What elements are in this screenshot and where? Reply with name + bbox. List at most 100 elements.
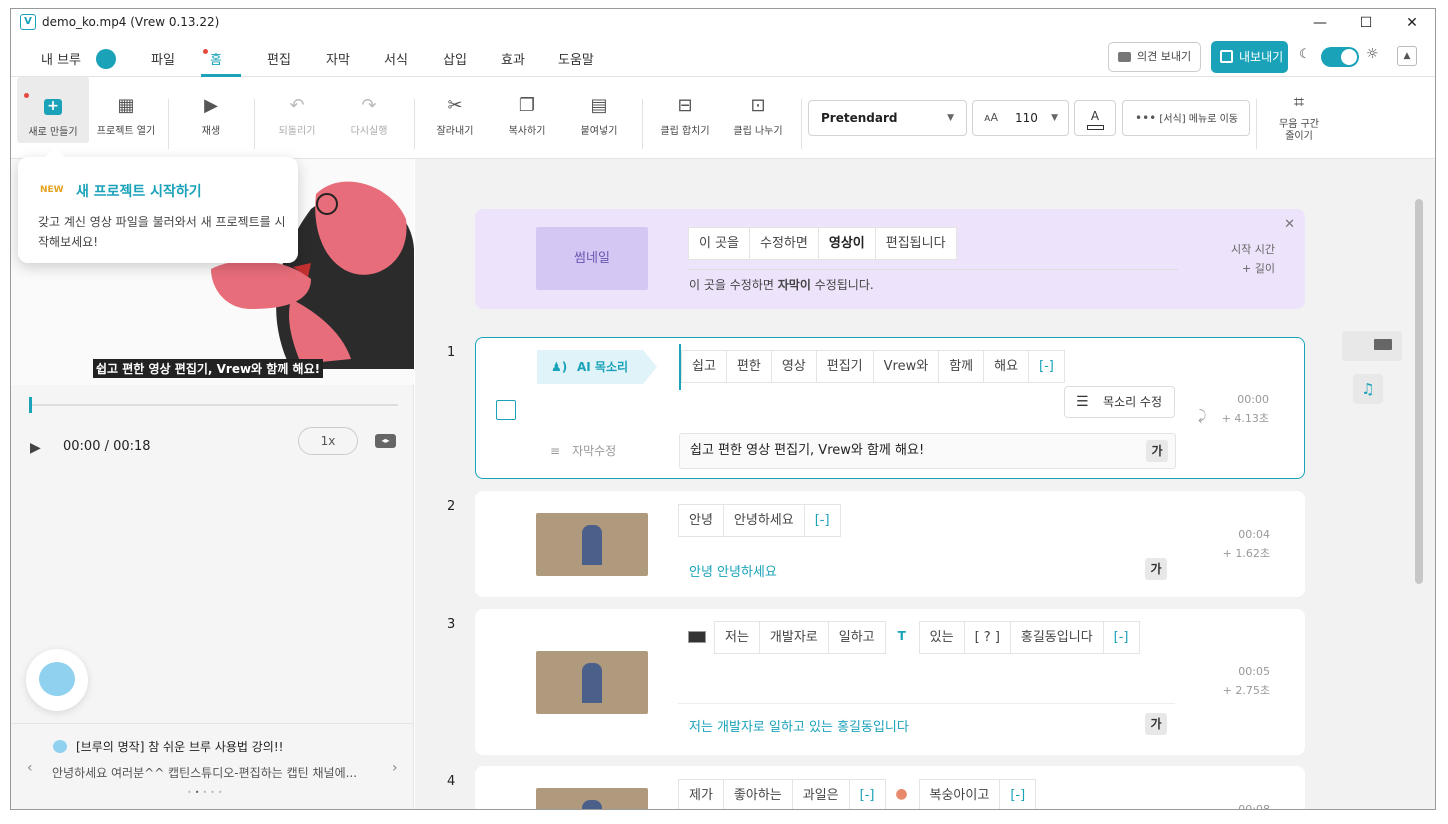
subtitle-style-button[interactable]: 가 — [1145, 558, 1167, 580]
word-chip[interactable]: 영상 — [770, 350, 817, 383]
clip-checkbox[interactable] — [496, 400, 516, 420]
fullscreen-icon[interactable]: ◂▸ — [375, 434, 396, 448]
word-chip[interactable]: 함께 — [938, 350, 985, 383]
clip-number: 4 — [447, 774, 456, 789]
vrew-logo-icon: V — [20, 14, 36, 30]
font-select[interactable]: Pretendard ▼ — [808, 100, 967, 136]
tab-format[interactable]: 서식 — [384, 49, 408, 68]
window-title: demo_ko.mp4 (Vrew 0.13.22) — [42, 15, 220, 29]
play-icon[interactable]: ▶ — [30, 440, 41, 456]
collapse-ribbon-button[interactable]: ▲ — [1397, 46, 1417, 66]
subtitle-style-button[interactable]: 가 — [1145, 713, 1167, 735]
thumbnail-preview-icon[interactable] — [1342, 331, 1402, 361]
clip-number: 3 — [447, 617, 456, 632]
word-chip[interactable]: 편집됩니다 — [874, 227, 957, 260]
tab-insert[interactable]: 삽입 — [443, 49, 467, 68]
separator — [642, 99, 643, 149]
word-chip[interactable]: 복숭아이고 — [918, 779, 1001, 809]
play-button[interactable]: ▶ 재생 — [186, 77, 236, 159]
word-chip[interactable]: 해요 — [983, 350, 1030, 383]
close-icon[interactable]: ✕ — [1284, 217, 1295, 232]
paste-button[interactable]: ▤ 붙여넣기 — [569, 77, 629, 159]
word-chip[interactable]: 개발자로 — [758, 621, 829, 654]
tab-home[interactable]: 홈 — [210, 49, 222, 68]
format-menu-button[interactable]: ••• [서식] 메뉴로 이동 — [1122, 100, 1250, 136]
font-color-button[interactable]: A — [1074, 100, 1116, 136]
clip-subtitle[interactable]: 저는 개발자로 일하고 있는 홍길동입니다 — [689, 716, 909, 735]
word-chip[interactable]: 안녕 — [678, 504, 724, 537]
word-chip[interactable]: [ ? ] — [963, 621, 1011, 654]
word-chip[interactable]: 수정하면 — [749, 227, 819, 260]
silence-chip[interactable]: [-] — [999, 779, 1037, 809]
tab-file[interactable]: 파일 — [151, 49, 175, 68]
voice-edit-button[interactable]: ☰ 목소리 수정 — [1064, 386, 1175, 418]
silence-chip[interactable]: [-] — [1028, 350, 1065, 383]
user-menu[interactable]: 내 브루 — [41, 49, 81, 68]
word-chip[interactable]: 영상이 — [817, 227, 876, 260]
new-project-button[interactable]: + 새로 만들기 — [17, 77, 89, 143]
clip-row[interactable]: 저는 개발자로 일하고 T 있는[ ? ] 홍길동입니다 [-] 저는 개발자로 일하고 있… — [475, 609, 1305, 755]
clip-row[interactable]: ♟) AI 목소리 쉽고 편한 영상 편집기 Vrew와 함께 해요 [-] ☰ 목소리 수정 ≡… — [475, 337, 1305, 479]
chevron-left-icon[interactable]: ‹ — [27, 760, 33, 776]
clip-row[interactable]: 제가 좋아하는 과일은 [-] ● 복숭아이고 [-] 00:08 — [475, 766, 1305, 809]
export-button[interactable]: 내보내기 — [1211, 41, 1288, 73]
word-chip[interactable]: 저는 — [714, 621, 760, 654]
word-chip[interactable]: 홍길동입니다 — [1009, 621, 1104, 654]
music-icon[interactable]: ♫ — [1353, 374, 1383, 404]
font-size-select[interactable]: ᴀA 110 ▼ — [972, 100, 1069, 136]
chevron-right-icon[interactable]: › — [392, 760, 398, 776]
merge-clip-button[interactable]: ⊟ 클립 합치기 — [654, 77, 716, 159]
reduce-silence-button[interactable]: ⌗ 무음 구간 줄이기 — [1269, 77, 1329, 159]
clip-thumbnail[interactable] — [536, 788, 648, 809]
open-project-button[interactable]: ▦ 프로젝트 열기 — [91, 77, 161, 159]
clip-thumbnail[interactable] — [536, 513, 648, 576]
cut-button[interactable]: ✂ 잘라내기 — [425, 77, 485, 159]
word-chip[interactable]: 편집기 — [815, 350, 874, 383]
news-title[interactable]: [브루의 명작] 참 쉬운 브루 사용법 강의!! — [76, 738, 283, 755]
word-chip[interactable]: 편한 — [725, 350, 772, 383]
subtitle-input[interactable]: 쉽고 편한 영상 편집기, Vrew와 함께 해요! — [679, 433, 1176, 469]
tab-edit[interactable]: 편집 — [267, 49, 291, 68]
undo-button[interactable]: ↶ 되돌리기 — [267, 77, 327, 159]
feedback-button[interactable]: 의견 보내기 — [1108, 42, 1201, 72]
clip-thumbnail[interactable] — [536, 651, 648, 714]
theme-toggle[interactable] — [1321, 47, 1359, 67]
clip-subtitle[interactable]: 안녕 안녕하세요 — [689, 561, 777, 580]
word-chip[interactable]: 있는 — [918, 621, 965, 654]
ai-voice-badge[interactable]: ♟) AI 목소리 — [537, 350, 643, 384]
image-icon[interactable] — [688, 631, 706, 643]
maximize-button[interactable]: ☐ — [1343, 9, 1389, 37]
pagination-dots[interactable]: ••••• — [187, 788, 226, 797]
news-body[interactable]: 안녕하세요 여러분^^ 캡틴스튜디오-편집하는 캡틴 채널에... — [52, 764, 377, 781]
silence-chip[interactable]: [-] — [803, 504, 841, 537]
feedback-label: 의견 보내기 — [1137, 50, 1192, 63]
speed-button[interactable]: 1x — [298, 427, 358, 455]
link-icon[interactable]: ⤸ — [1198, 408, 1206, 424]
copy-button[interactable]: ❐ 복사하기 — [497, 77, 557, 159]
word-chip[interactable]: 일하고 — [827, 621, 886, 654]
redo-button[interactable]: ↷ 다시실행 — [339, 77, 399, 159]
word-chip[interactable]: 안녕하세요 — [722, 504, 805, 537]
word-chip[interactable]: 제가 — [678, 779, 724, 809]
silence-chip[interactable]: [-] — [1102, 621, 1140, 654]
split-clip-button[interactable]: ⊡ 클립 나누기 — [727, 77, 789, 159]
seek-bar[interactable] — [29, 397, 398, 413]
avatar[interactable] — [96, 49, 116, 69]
chatbot-button[interactable] — [26, 649, 88, 711]
word-chip[interactable]: 좋아하는 — [722, 779, 793, 809]
peach-icon[interactable]: ● — [885, 779, 919, 809]
text-effect-icon[interactable]: T — [885, 621, 919, 654]
word-chip[interactable]: Vrew와 — [872, 350, 940, 383]
silence-chip[interactable]: [-] — [848, 779, 886, 809]
minimize-button[interactable]: — — [1297, 9, 1343, 37]
tab-help[interactable]: 도움말 — [558, 49, 594, 68]
tab-effect[interactable]: 효과 — [501, 49, 525, 68]
word-chip[interactable]: 과일은 — [791, 779, 850, 809]
word-chip[interactable]: 쉽고 — [681, 350, 727, 383]
word-chip[interactable]: 이 곳을 — [688, 227, 751, 260]
tab-subtitle[interactable]: 자막 — [326, 49, 350, 68]
clip-row[interactable]: 안녕 안녕하세요 [-] 안녕 안녕하세요 가 00:04 + 1.62초 — [475, 491, 1305, 597]
scrollbar[interactable] — [1415, 199, 1423, 584]
subtitle-style-button[interactable]: 가 — [1146, 440, 1168, 462]
close-button[interactable]: ✕ — [1389, 9, 1435, 37]
